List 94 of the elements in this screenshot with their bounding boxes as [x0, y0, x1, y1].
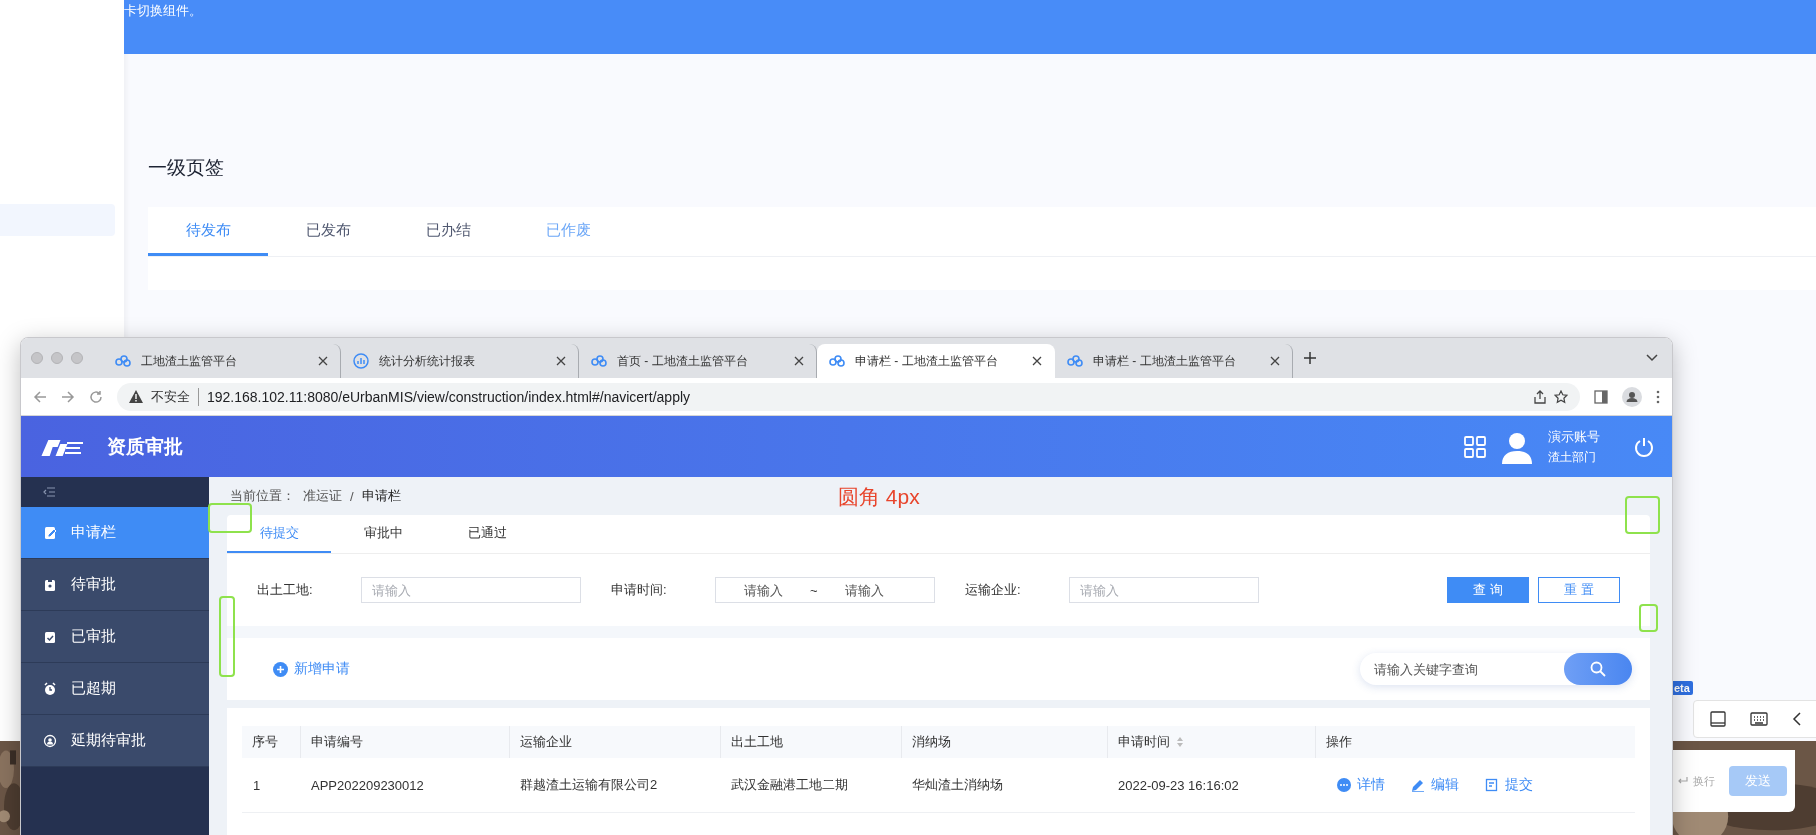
date-range-field[interactable]: 请输入 ~ 请输入: [715, 577, 935, 603]
tab[interactable]: 已通过: [435, 515, 539, 553]
clipboard-icon: [43, 577, 57, 592]
close-icon[interactable]: [556, 356, 566, 366]
chevron-left-icon[interactable]: [1792, 712, 1802, 726]
ellipsis-icon: [1337, 778, 1351, 792]
sidebar-item[interactable]: 已超期: [21, 663, 209, 715]
annotation-marker: [208, 503, 252, 533]
star-icon[interactable]: [1554, 389, 1568, 404]
range-separator: ~: [810, 582, 818, 598]
row-action-link[interactable]: 详情: [1337, 776, 1411, 794]
table-cell-text: 1: [252, 777, 261, 793]
power-icon[interactable]: [1634, 436, 1654, 457]
sidebar-item[interactable]: 已审批: [21, 611, 209, 663]
app-title: 资质审批: [107, 434, 183, 459]
browser-tab[interactable]: 申请栏 - 工地渣土监管平台: [817, 344, 1055, 378]
field-label: 运输企业:: [965, 581, 1022, 599]
person-icon: [43, 733, 57, 748]
column-header: 出土工地: [731, 733, 783, 751]
more-icon[interactable]: [1656, 389, 1660, 404]
table-cell-text: APP202209230012: [310, 777, 424, 793]
column-header: 序号: [252, 733, 278, 751]
annotation-note: 圆角 4px: [838, 484, 920, 510]
browser-tab[interactable]: 申请栏 - 工地渣土监管平台: [1055, 344, 1293, 378]
input-field[interactable]: 请输入: [361, 577, 581, 603]
cloud-icon: [115, 355, 131, 367]
tab[interactable]: 已办结: [388, 207, 508, 256]
banner-text: 卡切换组件。: [124, 2, 202, 20]
sidebar-item[interactable]: 延期待审批: [21, 715, 209, 767]
edit-icon: [43, 525, 57, 540]
sidebar-item[interactable]: 待审批: [21, 559, 209, 611]
url-text: 192.168.102.11:8080/eUrbanMIS/view/construction/index.html#/navicert/apply: [207, 388, 691, 405]
panel-icon[interactable]: [1710, 711, 1726, 727]
annotation-marker: [1639, 604, 1658, 632]
reload-icon[interactable]: [89, 389, 103, 404]
tab[interactable]: 待提交: [227, 515, 331, 553]
reset-button[interactable]: 重 置: [1538, 577, 1620, 603]
annotation-marker: [1625, 496, 1660, 534]
breadcrumb-separator: /: [350, 488, 354, 504]
column-header: 运输企业: [520, 733, 572, 751]
breadcrumb-current: 申请栏: [361, 487, 401, 505]
alarm-icon: [43, 681, 57, 696]
warning-icon: [129, 390, 143, 403]
table-cell-text: 2022-09-23 16:16:02: [1117, 777, 1239, 793]
back-icon[interactable]: [33, 389, 47, 404]
field-label: 申请时间:: [611, 581, 668, 599]
close-icon[interactable]: [1270, 356, 1280, 366]
security-label: 不安全: [151, 387, 199, 406]
field-label: 出土工地:: [257, 581, 314, 599]
cloud-icon: [829, 355, 845, 367]
close-icon[interactable]: [318, 356, 328, 366]
profile-icon[interactable]: [1622, 386, 1642, 407]
row-action-link[interactable]: 提交: [1485, 776, 1559, 794]
user-name: 演示账号: [1548, 427, 1600, 446]
add-button[interactable]: 新增申请: [273, 660, 350, 678]
table-cell-text: 华灿渣土消纳场: [911, 777, 1003, 792]
close-icon[interactable]: [1032, 356, 1042, 366]
section-heading: 一级页签: [148, 156, 225, 180]
pencil-icon: [1411, 778, 1425, 792]
browser-tab[interactable]: 统计分析统计报表: [341, 344, 579, 378]
document-icon: [1485, 778, 1499, 792]
cloud-icon: [1067, 355, 1083, 367]
forward-icon[interactable]: [61, 389, 75, 404]
newline-hint: 换行: [1693, 773, 1715, 789]
collapse-icon[interactable]: [43, 487, 55, 497]
table-cell-text: 群越渣土运输有限公司2: [519, 777, 658, 792]
address-bar[interactable]: 不安全 192.168.102.11:8080/eUrbanMIS/view/construction/index.html#/navicert/apply: [117, 382, 1580, 411]
beta-badge: eta: [1671, 681, 1693, 695]
column-header: 消纳场: [912, 733, 951, 751]
chevron-down-icon[interactable]: [1646, 354, 1658, 362]
breadcrumb-label: 当前位置：: [230, 487, 295, 505]
column-header: 申请编号: [311, 733, 363, 751]
sidebar-icon[interactable]: [1594, 389, 1608, 404]
breadcrumb-link[interactable]: 准运证: [303, 487, 342, 505]
browser-tab[interactable]: 工地渣土监管平台: [103, 344, 341, 378]
user-department: 渣土部门: [1548, 448, 1597, 466]
search-icon[interactable]: [1590, 661, 1606, 677]
cloud-icon: [591, 355, 607, 367]
plus-circle-icon: [273, 661, 288, 677]
check-icon: [43, 629, 57, 644]
share-icon[interactable]: [1534, 389, 1546, 404]
tab[interactable]: 审批中: [331, 515, 435, 553]
grid-icon[interactable]: [1464, 435, 1486, 458]
plus-icon[interactable]: [1303, 351, 1317, 365]
tab[interactable]: 已发布: [268, 207, 388, 256]
table-cell-text: 武汉金融港工地二期: [730, 777, 848, 792]
row-action-link[interactable]: 编辑: [1411, 776, 1485, 794]
enter-icon: [1677, 776, 1689, 786]
input-field[interactable]: 请输入: [1069, 577, 1259, 603]
close-icon[interactable]: [794, 356, 804, 366]
column-header: 操作: [1326, 733, 1352, 751]
column-header: 申请时间: [1118, 733, 1170, 751]
keyboard-icon[interactable]: [1750, 712, 1768, 726]
chart-icon: [353, 353, 369, 369]
